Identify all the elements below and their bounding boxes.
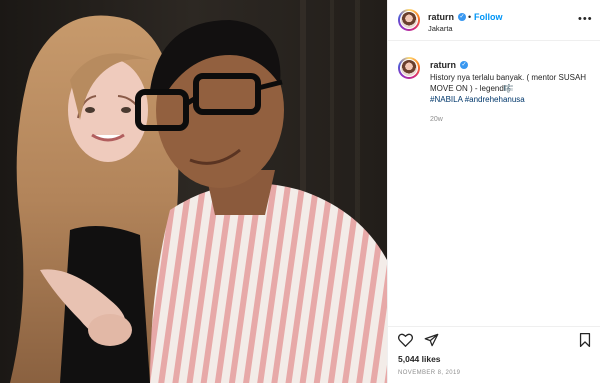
post-sidebar: raturn ✓ • Follow Jakarta ••• raturn ✓ H… xyxy=(387,0,600,383)
caption-avatar[interactable] xyxy=(398,57,420,79)
bookmark-icon[interactable] xyxy=(579,333,591,352)
caption-body: History nya terlalu banyak. ( mentor SUS… xyxy=(430,72,590,105)
caption-text: History nya terlalu banyak. ( mentor SUS… xyxy=(430,73,587,93)
post-actions: 5,044 likes NOVEMBER 8, 2019 xyxy=(388,326,600,383)
post-header: raturn ✓ • Follow Jakarta ••• xyxy=(388,0,600,41)
caption-age: 20w xyxy=(430,116,443,123)
heart-icon[interactable] xyxy=(398,333,413,352)
photo-illustration xyxy=(0,0,387,383)
verified-badge-icon: ✓ xyxy=(458,13,466,21)
paper-plane-icon[interactable] xyxy=(424,333,439,352)
caption-username[interactable]: raturn xyxy=(430,60,456,70)
instagram-post: raturn ✓ • Follow Jakarta ••• raturn ✓ H… xyxy=(0,0,600,383)
caption-verified-badge-icon: ✓ xyxy=(460,61,468,69)
post-photo[interactable] xyxy=(0,0,387,383)
location-link[interactable]: Jakarta xyxy=(428,24,453,33)
likes-count[interactable]: 5,044 likes xyxy=(398,354,441,364)
follow-button[interactable]: Follow xyxy=(474,12,503,22)
more-options-button[interactable]: ••• xyxy=(578,13,593,25)
caption-hashtags[interactable]: #NABILA #andrehehanusa xyxy=(430,95,525,104)
post-date: NOVEMBER 8, 2019 xyxy=(398,370,461,376)
header-username[interactable]: raturn xyxy=(428,12,454,22)
separator-dot: • xyxy=(468,12,472,22)
user-avatar[interactable] xyxy=(398,9,420,31)
